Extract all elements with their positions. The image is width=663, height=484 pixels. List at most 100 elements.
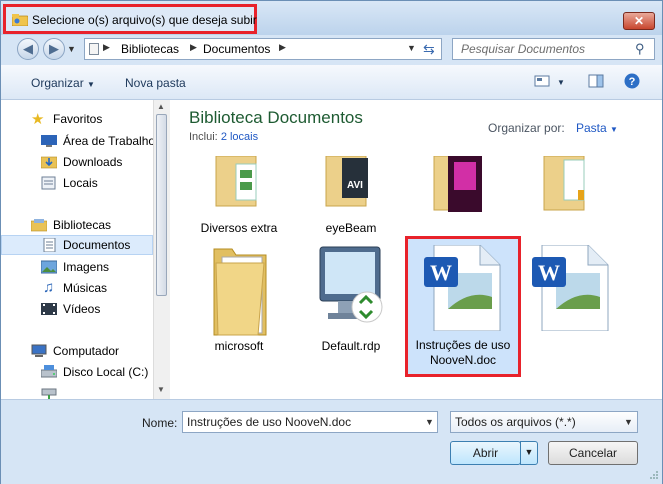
navigation-pane: ★ Favoritos Área de Trabalho Downloads L…	[1, 100, 154, 399]
file-type-value: Todos os arquivos (*.*)	[455, 415, 576, 429]
chevron-down-icon: ▼	[624, 417, 633, 427]
chevron-right-icon[interactable]: ▶	[279, 42, 286, 53]
file-item-microsoft[interactable]: microsoft	[184, 239, 294, 353]
file-item-default-rdp[interactable]: Default.rdp	[296, 239, 406, 353]
word-document-icon: W	[532, 245, 609, 331]
libraries-icon	[31, 219, 47, 232]
nav-item-downloads[interactable]: Downloads	[1, 152, 153, 172]
refresh-icon[interactable]: ⇆	[423, 41, 435, 58]
file-item-eyebeam[interactable]: AVI eyeBeam	[296, 156, 406, 235]
scroll-up-icon[interactable]: ▲	[157, 102, 165, 111]
folder-icon	[433, 156, 482, 212]
chevron-down-icon: ▼	[524, 447, 534, 457]
recent-places-icon	[41, 176, 56, 190]
breadcrumb-documentos[interactable]: Documentos	[203, 42, 270, 56]
nav-item-documentos[interactable]: Documentos	[1, 235, 153, 255]
svg-text:?: ?	[629, 76, 636, 88]
open-options-dropdown[interactable]: ▼	[520, 441, 538, 465]
file-name-combobox[interactable]: Instruções de uso NooveN.doc ▼	[182, 411, 438, 433]
file-item-word-doc-2[interactable]: W	[516, 239, 626, 351]
command-toolbar: Organizar ▼ Nova pasta ▼ ?	[1, 65, 662, 100]
title-highlight: Selecione o(s) arquivo(s) que deseja sub…	[3, 4, 257, 34]
forward-button[interactable]: ▶	[43, 38, 65, 60]
file-item-folder-partial[interactable]	[406, 156, 516, 234]
nav-item-computador[interactable]: Computador	[1, 341, 153, 361]
nav-item-area-de-trabalho[interactable]: Área de Trabalho	[1, 131, 153, 151]
locations-link[interactable]: 2 locais	[221, 131, 258, 143]
close-button[interactable]: ✕	[623, 12, 655, 30]
search-icon[interactable]: ⚲	[635, 41, 645, 57]
breadcrumb-bibliotecas[interactable]: Bibliotecas	[121, 42, 179, 56]
videos-icon	[41, 303, 57, 315]
file-item-folder-partial-2[interactable]	[516, 156, 626, 234]
library-icon	[89, 43, 99, 55]
resize-grip-icon[interactable]	[649, 470, 659, 480]
search-placeholder: Pesquisar Documentos	[461, 42, 586, 56]
help-icon[interactable]: ?	[624, 73, 640, 89]
chevron-right-icon[interactable]: ▶	[190, 42, 197, 53]
nav-item-network-drive[interactable]	[1, 384, 153, 399]
file-name: Default.rdp	[321, 339, 381, 353]
nav-item-favoritos[interactable]: ★ Favoritos	[1, 109, 153, 129]
arrow-right-icon: ▶	[49, 41, 59, 56]
back-button[interactable]: ◀	[17, 38, 39, 60]
nav-item-videos[interactable]: Vídeos	[1, 299, 153, 319]
library-includes: Inclui: 2 locais	[189, 131, 259, 143]
file-name: Instruções de uso NooveN.doc	[415, 338, 511, 367]
file-open-dialog: Selecione o(s) arquivo(s) que deseja sub…	[0, 0, 663, 484]
chevron-down-icon[interactable]: ▼	[425, 417, 434, 427]
folder-icon	[543, 156, 585, 211]
open-button[interactable]: Abrir	[450, 441, 521, 465]
file-name: eyeBeam	[325, 221, 377, 235]
file-item-instrucoes-de-uso[interactable]: W Instruções de uso NooveN.doc	[405, 236, 521, 377]
svg-text:W: W	[430, 260, 452, 285]
cancel-button[interactable]: Cancelar	[548, 441, 638, 465]
nav-item-imagens[interactable]: Imagens	[1, 257, 153, 277]
nav-item-locais[interactable]: Locais	[1, 173, 153, 193]
view-options-icon[interactable]	[534, 74, 550, 88]
arrow-left-icon: ◀	[23, 41, 33, 56]
music-icon: ♫	[43, 279, 55, 296]
dialog-footer: Nome: Instruções de uso NooveN.doc ▼ Tod…	[1, 399, 662, 484]
word-document-icon: W	[424, 245, 501, 331]
organize-menu[interactable]: Organizar ▼	[31, 76, 95, 90]
chevron-down-icon[interactable]: ▼	[557, 78, 565, 87]
network-drive-icon	[41, 388, 57, 399]
navigation-scrollbar[interactable]: ▲ ▼	[153, 100, 170, 399]
search-input[interactable]: Pesquisar Documentos ⚲	[452, 38, 655, 60]
chevron-down-icon: ▼	[87, 80, 95, 89]
computer-icon	[31, 344, 47, 357]
navigation-bar: ◀ ▶ ▼ ▶ Bibliotecas ▶ Documentos ▶ ▼ ⇆ P…	[1, 35, 662, 65]
library-title: Biblioteca Documentos	[189, 108, 363, 127]
window-title: Selecione o(s) arquivo(s) que deseja sub…	[32, 13, 257, 27]
file-name: Diversos extra	[200, 221, 278, 235]
upload-folder-icon	[12, 14, 28, 26]
downloads-folder-icon	[41, 156, 57, 169]
address-bar[interactable]: ▶ Bibliotecas ▶ Documentos ▶ ▼ ⇆	[84, 38, 442, 60]
svg-text:AVI: AVI	[347, 180, 363, 191]
scrollbar-thumb[interactable]	[156, 114, 167, 296]
hard-drive-icon	[41, 365, 57, 378]
chevron-right-icon[interactable]: ▶	[103, 42, 110, 53]
arrange-by-dropdown[interactable]: Pasta ▼	[576, 121, 618, 135]
chevron-down-icon: ▼	[610, 125, 618, 134]
nav-item-bibliotecas[interactable]: Bibliotecas	[1, 215, 153, 235]
file-name: microsoft	[214, 339, 264, 353]
scroll-down-icon[interactable]: ▼	[157, 385, 165, 394]
file-name-label: Nome:	[142, 416, 178, 430]
new-folder-button[interactable]: Nova pasta	[125, 76, 186, 90]
folder-icon	[215, 156, 257, 207]
chevron-down-icon[interactable]: ▼	[407, 43, 416, 53]
preview-pane-icon[interactable]	[588, 74, 604, 88]
recent-pages-dropdown[interactable]: ▼	[67, 44, 76, 54]
file-list-pane: Biblioteca Documentos Inclui: 2 locais O…	[170, 100, 662, 399]
svg-text:W: W	[538, 260, 560, 285]
title-bar: Selecione o(s) arquivo(s) que deseja sub…	[1, 1, 662, 35]
folder-icon	[213, 248, 267, 336]
file-type-select[interactable]: Todos os arquivos (*.*) ▼	[450, 411, 638, 433]
remote-desktop-icon	[319, 246, 383, 323]
desktop-icon	[41, 135, 57, 147]
nav-item-disco-local[interactable]: Disco Local (C:)	[1, 362, 153, 382]
file-item-diversos-extra[interactable]: Diversos extra	[184, 156, 294, 235]
nav-item-musicas[interactable]: ♫ Músicas	[1, 278, 153, 298]
